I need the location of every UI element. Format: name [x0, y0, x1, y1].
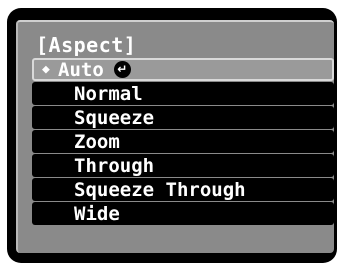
option-wide[interactable]: Wide — [32, 202, 334, 225]
option-through[interactable]: Through — [32, 154, 334, 177]
up-down-arrow-icon: ◆ — [42, 62, 50, 77]
option-squeeze-through[interactable]: Squeeze Through — [32, 178, 334, 201]
menu-title: [Aspect] — [36, 33, 137, 57]
option-label: Zoom — [74, 130, 120, 153]
option-label: Wide — [74, 202, 120, 225]
enter-icon: ↵ — [113, 61, 131, 78]
option-label: Squeeze Through — [74, 178, 246, 201]
option-zoom[interactable]: Zoom — [32, 130, 334, 153]
aspect-option-list: ◆ Auto ↵ Normal Squeeze Zoom Through Squ… — [32, 58, 334, 226]
option-squeeze[interactable]: Squeeze — [32, 106, 334, 129]
option-auto[interactable]: ◆ Auto ↵ — [32, 58, 334, 81]
option-label: Squeeze — [74, 106, 155, 129]
option-normal[interactable]: Normal — [32, 82, 334, 105]
option-label: Through — [74, 154, 155, 177]
option-label: Normal — [74, 82, 143, 105]
option-label: Auto — [58, 58, 104, 81]
